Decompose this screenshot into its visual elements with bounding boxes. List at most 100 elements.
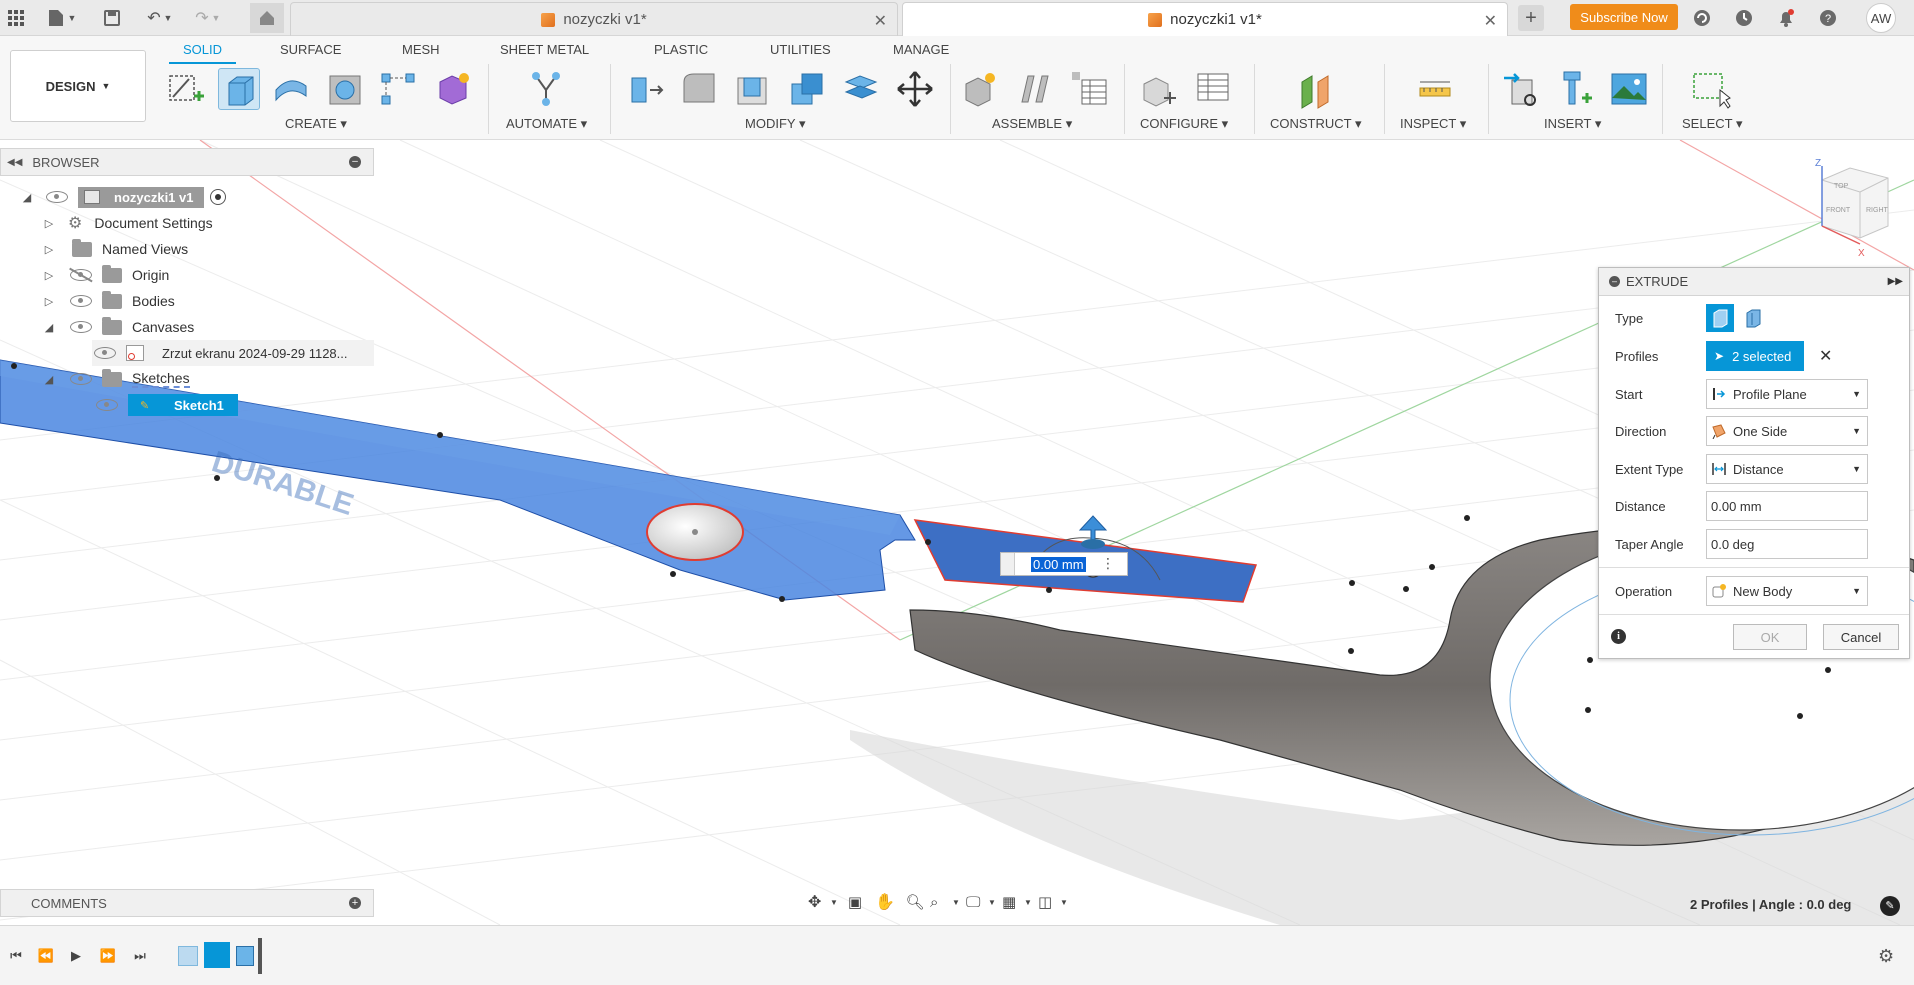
timeline-extrude-icon[interactable] — [236, 946, 254, 966]
bill-of-materials-icon[interactable] — [1068, 68, 1110, 110]
activate-radio-icon[interactable] — [209, 189, 226, 205]
press-pull-icon[interactable] — [624, 68, 666, 110]
tab-surface[interactable]: SURFACE — [280, 42, 341, 57]
tree-named-views[interactable]: ▷ Named Views — [42, 236, 188, 262]
chevron-down-icon[interactable]: ▼ — [1024, 898, 1038, 907]
close-icon[interactable]: ✕ — [1484, 11, 1497, 31]
visibility-eye-icon[interactable] — [70, 373, 92, 385]
insert-menu[interactable]: INSERT ▾ — [1544, 116, 1601, 132]
automate-menu[interactable]: AUTOMATE ▾ — [506, 116, 587, 132]
collapse-panel-icon[interactable]: ◀◀ — [7, 157, 22, 168]
chevron-down-icon[interactable]: ▼ — [830, 898, 840, 907]
tab-mesh[interactable]: MESH — [402, 42, 440, 57]
visibility-eye-icon[interactable] — [70, 321, 92, 333]
dimension-grip[interactable] — [1001, 553, 1015, 575]
create-menu[interactable]: CREATE ▾ — [285, 116, 347, 132]
subscribe-button[interactable]: Subscribe Now — [1570, 4, 1678, 30]
file-icon[interactable] — [44, 6, 68, 30]
configure-menu[interactable]: CONFIGURE ▾ — [1140, 116, 1228, 132]
tree-canvases[interactable]: ◢ Canvases — [42, 314, 194, 340]
operation-select[interactable]: New Body ▼ — [1706, 576, 1868, 606]
add-comment-plus-icon[interactable]: + — [349, 897, 361, 909]
move-copy-icon[interactable] — [894, 68, 936, 110]
measure-icon[interactable] — [1414, 68, 1456, 110]
grid-settings-icon[interactable]: ▦ — [1002, 893, 1024, 911]
extent-type-select[interactable]: Distance ▼ — [1706, 454, 1868, 484]
tab-manage[interactable]: MANAGE — [893, 42, 949, 57]
assemble-menu[interactable]: ASSEMBLE ▾ — [992, 116, 1072, 132]
offset-plane-icon[interactable] — [1296, 68, 1338, 110]
tree-origin[interactable]: ▷ Origin — [42, 262, 169, 288]
visibility-eye-icon[interactable] — [46, 191, 68, 203]
cancel-button[interactable]: Cancel — [1823, 624, 1899, 650]
tab-plastic[interactable]: PLASTIC — [654, 42, 708, 57]
tree-root-component[interactable]: ◢ nozyczki1 v1 — [20, 184, 226, 210]
go-to-start-icon[interactable]: ⏮ — [6, 946, 26, 966]
timeline-sketch-icon[interactable] — [204, 942, 230, 968]
info-icon[interactable]: i — [1611, 629, 1626, 644]
close-icon[interactable]: ✕ — [874, 11, 887, 31]
timeline-canvas-icon[interactable] — [178, 946, 198, 966]
redo-caret-icon[interactable]: ▼ — [210, 6, 222, 30]
expanded-triangle-icon[interactable]: ◢ — [20, 191, 34, 204]
tree-canvas-image[interactable]: Zrzut ekranu 2024-09-29 1128... — [92, 340, 374, 366]
create-form-icon[interactable] — [432, 68, 474, 110]
notifications-bell-icon[interactable] — [1774, 6, 1798, 30]
hidden-eye-icon[interactable] — [69, 267, 93, 282]
fit-icon[interactable]: ⌕ — [930, 894, 952, 911]
collapsed-triangle-icon[interactable]: ▷ — [42, 295, 56, 308]
display-settings-icon[interactable]: 🖵 — [966, 894, 988, 911]
expanded-triangle-icon[interactable]: ◢ — [42, 321, 56, 334]
browser-minimize-icon[interactable]: – — [349, 156, 361, 168]
sketch-palette-icon[interactable]: ✎ — [1880, 896, 1900, 916]
insert-derive-icon[interactable] — [1500, 68, 1542, 110]
type-thin-icon[interactable] — [1739, 304, 1767, 332]
hole-icon[interactable] — [324, 68, 366, 110]
automate-icon[interactable] — [526, 68, 568, 110]
select-menu[interactable]: SELECT ▾ — [1682, 116, 1742, 132]
type-solid-icon[interactable] — [1706, 304, 1734, 332]
fillet-icon[interactable] — [678, 68, 720, 110]
visibility-eye-icon[interactable] — [70, 295, 92, 307]
chevron-down-icon[interactable]: ▼ — [952, 898, 966, 907]
joint-icon[interactable] — [1014, 68, 1056, 110]
inspect-menu[interactable]: INSPECT ▾ — [1400, 116, 1466, 132]
step-forward-icon[interactable]: ⏩ — [98, 946, 118, 966]
create-sketch-icon[interactable] — [164, 68, 206, 110]
undo-caret-icon[interactable]: ▼ — [162, 6, 174, 30]
gear-icon[interactable]: ⚙ — [1878, 946, 1894, 967]
tree-sketches[interactable]: ◢ Sketches — [42, 366, 190, 392]
clear-selection-close-icon[interactable]: ✕ — [1819, 346, 1832, 366]
taper-angle-input[interactable]: 0.0 deg — [1706, 529, 1868, 559]
tree-sketch1[interactable]: ✎ Sketch1 — [92, 392, 238, 418]
modify-menu[interactable]: MODIFY ▾ — [745, 116, 805, 132]
new-component-icon[interactable] — [960, 68, 1002, 110]
job-status-clock-icon[interactable] — [1732, 6, 1756, 30]
revolve-icon[interactable] — [270, 68, 312, 110]
go-to-end-icon[interactable]: ⏭ — [130, 946, 150, 966]
shell-icon[interactable] — [732, 68, 774, 110]
collapsed-triangle-icon[interactable]: ▷ — [42, 269, 56, 282]
tree-bodies[interactable]: ▷ Bodies — [42, 288, 175, 314]
tab-sheet-metal[interactable]: SHEET METAL — [500, 42, 589, 57]
ok-button[interactable]: OK — [1733, 624, 1807, 650]
save-icon[interactable] — [100, 6, 124, 30]
visibility-eye-icon[interactable] — [96, 399, 118, 411]
collapsed-triangle-icon[interactable]: ▷ — [42, 243, 56, 256]
viewports-icon[interactable]: ◫ — [1038, 893, 1060, 911]
visibility-eye-icon[interactable] — [94, 347, 116, 359]
tree-document-settings[interactable]: ▷ ⚙ Document Settings — [42, 210, 213, 236]
sync-icon[interactable] — [1690, 6, 1714, 30]
collapsed-triangle-icon[interactable]: ▷ — [42, 217, 56, 230]
workspace-design-dropdown[interactable]: DESIGN ▼ — [10, 50, 146, 122]
pattern-icon[interactable] — [378, 68, 420, 110]
dimension-options-icon[interactable]: ⋮ — [1101, 555, 1115, 572]
play-icon[interactable]: ▶ — [66, 946, 86, 966]
split-body-icon[interactable] — [840, 68, 882, 110]
file-menu-caret-icon[interactable]: ▼ — [66, 6, 78, 30]
dimension-value-input[interactable]: 0.00 mm — [1031, 556, 1086, 572]
look-at-icon[interactable]: ▣ — [840, 893, 870, 911]
profiles-selection[interactable]: ➤ 2 selected — [1706, 341, 1804, 371]
chevron-down-icon[interactable]: ▼ — [988, 898, 1002, 907]
insert-canvas-icon[interactable] — [1608, 68, 1650, 110]
